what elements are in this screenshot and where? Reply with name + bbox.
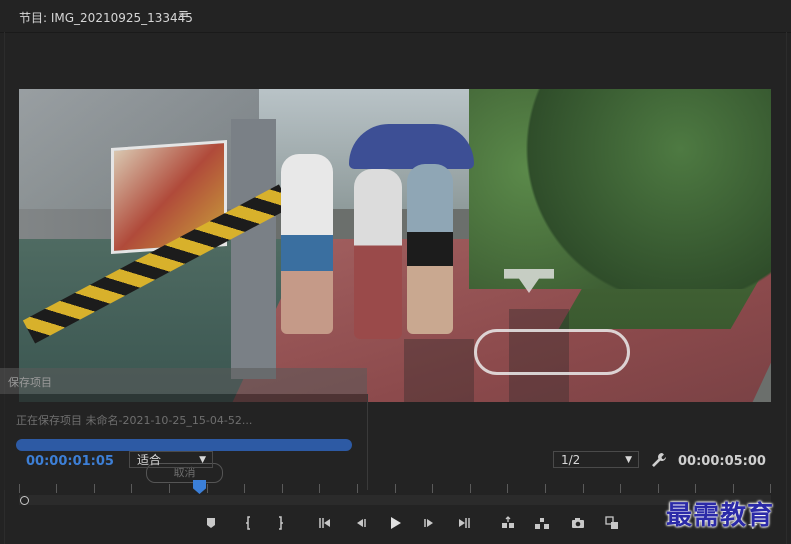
ruler-tick bbox=[432, 484, 433, 493]
video-pillar bbox=[231, 119, 276, 379]
video-person bbox=[354, 169, 402, 339]
add-marker-icon[interactable] bbox=[200, 512, 222, 534]
ruler-tick bbox=[395, 484, 396, 493]
extract-icon[interactable] bbox=[531, 512, 553, 534]
ruler-tick bbox=[470, 484, 471, 493]
save-project-dialog: 正在保存项目 未命名-2021-10-25_15-04-52... 取消 bbox=[0, 394, 368, 490]
save-dialog-title-text: 保存项目 bbox=[8, 376, 52, 389]
go-to-in-icon[interactable] bbox=[314, 512, 336, 534]
ruler-tick bbox=[19, 484, 20, 493]
ruler-tick bbox=[169, 484, 170, 493]
zoom-level-value: 适合 bbox=[137, 453, 162, 467]
time-ruler[interactable] bbox=[19, 481, 771, 495]
video-bike-symbol bbox=[474, 329, 630, 375]
program-video-frame bbox=[19, 89, 771, 402]
ruler-tick bbox=[244, 484, 245, 493]
step-back-icon[interactable] bbox=[349, 512, 371, 534]
ruler-tick bbox=[620, 484, 621, 493]
video-umbrella bbox=[349, 124, 474, 169]
ruler-tick bbox=[131, 484, 132, 493]
chevron-down-icon: ▼ bbox=[625, 455, 632, 465]
program-monitor-panel: 节目: IMG_20210925_133445 ≡ 保存项目 正在保存项目 未命… bbox=[0, 0, 791, 544]
ruler-tick bbox=[695, 484, 696, 493]
playback-resolution-select[interactable]: 1/2 ▼ bbox=[553, 451, 639, 468]
mark-out-icon[interactable] bbox=[269, 512, 291, 534]
ruler-tick bbox=[733, 484, 734, 493]
video-trees bbox=[469, 89, 771, 289]
ruler-tick bbox=[357, 484, 358, 493]
scrollbar-handle[interactable] bbox=[20, 496, 29, 505]
playback-resolution-value: 1/2 bbox=[561, 453, 581, 467]
mark-in-icon[interactable] bbox=[238, 512, 260, 534]
video-person bbox=[407, 164, 453, 334]
lift-icon[interactable] bbox=[497, 512, 519, 534]
save-dialog-title: 保存项目 bbox=[0, 368, 367, 394]
ruler-tick bbox=[507, 484, 508, 493]
ruler-tick bbox=[658, 484, 659, 493]
panel-title: 节目: IMG_20210925_133445 bbox=[19, 11, 193, 25]
watermark-logo: 最需教育 bbox=[666, 501, 775, 531]
ruler-tick bbox=[282, 484, 283, 493]
ruler-tick bbox=[770, 484, 771, 493]
hamburger-menu-icon[interactable]: ≡ bbox=[178, 7, 189, 22]
playhead-timecode[interactable]: 00:00:01:05 bbox=[26, 454, 114, 469]
camera-icon[interactable] bbox=[567, 512, 589, 534]
step-forward-icon[interactable] bbox=[419, 512, 441, 534]
video-ghost-overlay bbox=[404, 339, 474, 402]
save-progress-bar bbox=[16, 439, 352, 451]
chevron-down-icon: ▼ bbox=[199, 455, 206, 465]
ruler-tick bbox=[583, 484, 584, 493]
play-icon[interactable] bbox=[384, 512, 406, 534]
video-person bbox=[281, 154, 333, 334]
go-to-out-icon[interactable] bbox=[453, 512, 475, 534]
zoom-level-select[interactable]: 适合 ▼ bbox=[129, 451, 213, 468]
ruler-tick bbox=[207, 484, 208, 493]
duration-timecode: 00:00:05:00 bbox=[678, 454, 766, 469]
ruler-tick bbox=[94, 484, 95, 493]
zoom-scrollbar[interactable] bbox=[19, 495, 771, 505]
save-status-text: 正在保存项目 未命名-2021-10-25_15-04-52... bbox=[16, 414, 253, 427]
wrench-icon[interactable] bbox=[651, 452, 667, 468]
panel-header: 节目: IMG_20210925_133445 ≡ bbox=[0, 0, 791, 33]
ruler-tick bbox=[319, 484, 320, 493]
ruler-tick bbox=[545, 484, 546, 493]
ruler-tick bbox=[56, 484, 57, 493]
comparison-view-icon[interactable] bbox=[601, 512, 623, 534]
